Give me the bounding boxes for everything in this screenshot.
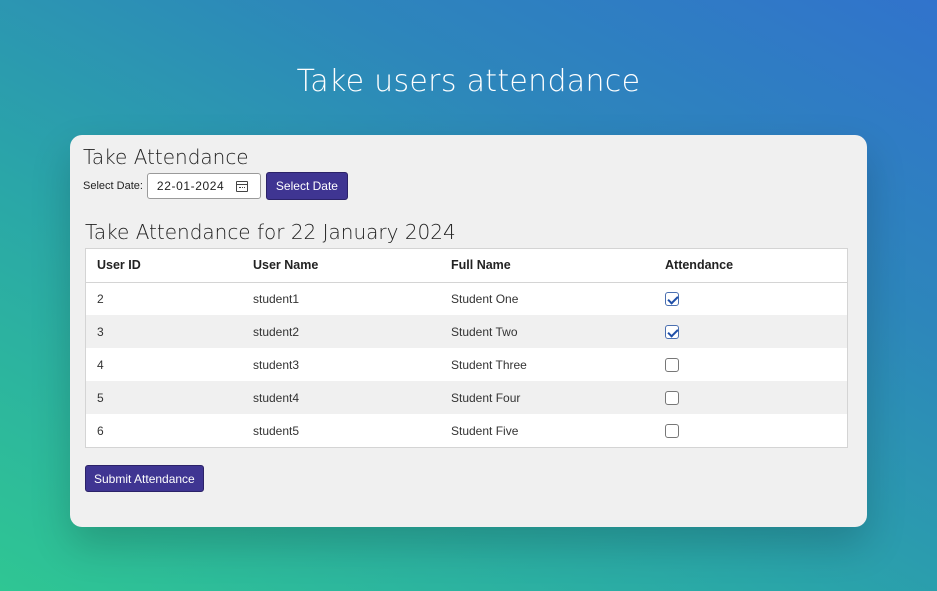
attendance-cell [654,282,847,315]
full-name-cell: Student Five [451,423,519,438]
table-row: 5 student4 Student Four [86,381,847,414]
header-user-id: User ID [86,249,242,283]
calendar-icon[interactable] [235,180,248,192]
user-id-cell: 4 [97,357,104,372]
user-id-cell: 2 [97,291,104,306]
user-name-cell: student2 [242,315,440,348]
full-name-cell: Student Two [440,315,654,348]
attendance-checkbox[interactable] [665,324,679,339]
table-row: 4 student3 Student Three [86,348,847,381]
attendance-checkbox[interactable] [665,390,679,405]
table-row: 3 student2 Student Two [86,315,847,348]
select-date-button[interactable]: Select Date [265,172,348,200]
user-name-cell: student5 [253,423,300,438]
date-input[interactable]: 22-01-2024 [146,173,261,199]
user-id-cell: 5 [86,381,242,414]
attendance-table: User ID User Name Full Name Attendance 2… [85,248,848,448]
attendance-card: Take Attendance Select Date: 22-01-2024 … [70,135,867,527]
table-title: Take Attendance for 22 January 2024 [85,220,456,244]
submit-attendance-button[interactable]: Submit Attendance [85,465,204,492]
header-attendance: Attendance [654,249,847,283]
table-header-row: User ID User Name Full Name Attendance [86,249,847,283]
card-title: Take Attendance [83,145,249,169]
table-row: 2 student1 Student One [86,282,847,315]
page-heading: Take users attendance [296,64,641,99]
user-id-cell: 3 [86,315,242,348]
attendance-checkbox[interactable] [665,292,679,307]
date-label: Select Date: [83,180,143,192]
attendance-checkbox[interactable] [665,423,679,438]
date-value: 22-01-2024 [156,179,225,193]
attendance-cell [654,414,847,447]
table-row: 6 student5 Student Five [86,414,847,447]
full-name-cell: Student One [451,291,519,306]
header-user-name: User Name [242,249,440,283]
date-selector: Select Date: 22-01-2024 Select Date [83,172,348,200]
user-name-cell: student4 [242,381,440,414]
user-name-cell: student3 [253,357,300,372]
full-name-cell: Student Three [451,357,527,372]
attendance-cell [654,381,847,414]
attendance-cell [654,315,847,348]
header-full-name: Full Name [440,249,654,283]
full-name-cell: Student Four [440,381,654,414]
attendance-cell [654,348,847,381]
user-name-cell: student1 [253,291,300,306]
attendance-checkbox[interactable] [665,357,679,372]
user-id-cell: 6 [97,423,104,438]
